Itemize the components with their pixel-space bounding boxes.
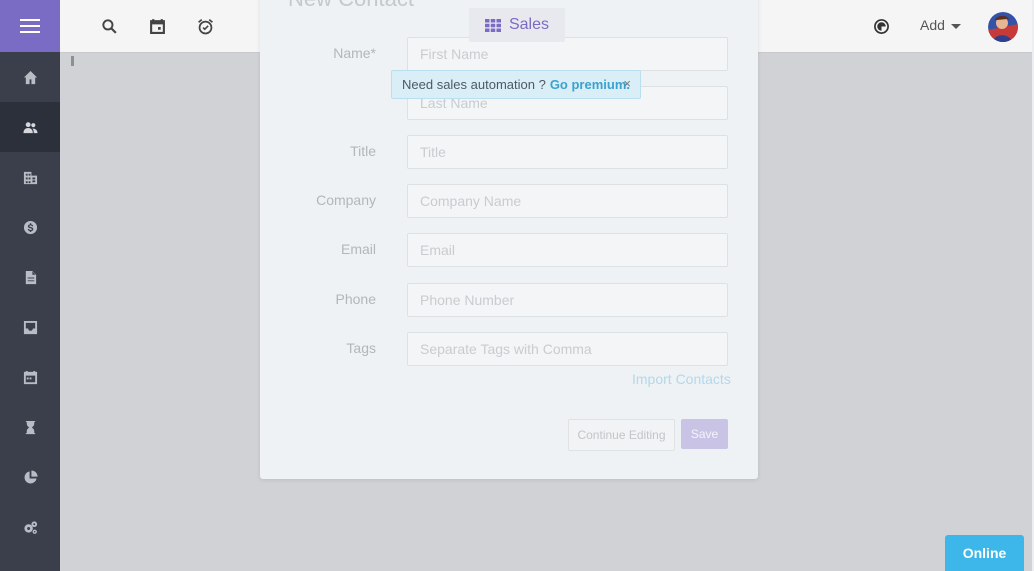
document-icon bbox=[25, 270, 36, 284]
settings-icon bbox=[23, 520, 37, 534]
phone-field[interactable] bbox=[407, 283, 728, 317]
menu-toggle-button[interactable] bbox=[0, 0, 60, 52]
grid-icon bbox=[484, 18, 501, 32]
online-chat-button[interactable]: Online bbox=[945, 535, 1024, 571]
reminders-button[interactable] bbox=[194, 15, 216, 37]
company-field[interactable] bbox=[407, 184, 728, 218]
first-name-input[interactable] bbox=[408, 38, 727, 70]
company-label: Company bbox=[316, 192, 376, 208]
save-button[interactable]: Save bbox=[681, 419, 728, 449]
company-input[interactable] bbox=[408, 185, 727, 217]
sidebar-item-settings[interactable] bbox=[0, 502, 60, 552]
app-switcher-label: Sales bbox=[508, 16, 550, 33]
sidebar-item-companies[interactable] bbox=[0, 152, 60, 202]
title-field[interactable] bbox=[407, 135, 728, 169]
deals-icon bbox=[23, 220, 37, 234]
sidebar-item-home[interactable] bbox=[0, 52, 60, 102]
tags-label: Tags bbox=[346, 340, 376, 356]
name-label: Name* bbox=[333, 45, 376, 61]
title-input[interactable] bbox=[408, 136, 727, 168]
sidebar-item-timer[interactable] bbox=[0, 402, 60, 452]
theme-toggle-button[interactable] bbox=[870, 15, 892, 37]
import-contacts-link[interactable]: Import Contacts bbox=[632, 371, 731, 387]
sidebar-item-deals[interactable] bbox=[0, 202, 60, 252]
sidebar-item-inbox[interactable] bbox=[0, 302, 60, 352]
email-label: Email bbox=[340, 241, 376, 257]
calendar-icon bbox=[149, 18, 165, 34]
avatar[interactable] bbox=[988, 12, 1018, 42]
hamburger-icon bbox=[20, 19, 40, 33]
email-field[interactable] bbox=[407, 233, 728, 267]
sidebar-item-reports[interactable] bbox=[0, 452, 60, 502]
search-icon bbox=[101, 18, 117, 34]
reports-icon bbox=[23, 469, 38, 484]
calendar-button[interactable] bbox=[146, 15, 168, 37]
go-premium-link[interactable]: Go premium. bbox=[550, 77, 630, 92]
first-name-field[interactable] bbox=[407, 37, 728, 71]
alert-text: Need sales automation ? bbox=[402, 77, 546, 92]
sidebar bbox=[0, 0, 60, 571]
drag-handle-icon[interactable] bbox=[71, 56, 74, 66]
add-dropdown-button[interactable]: Add bbox=[920, 17, 961, 33]
tags-input[interactable] bbox=[408, 333, 727, 365]
phone-label: Phone bbox=[335, 291, 376, 307]
inbox-icon bbox=[23, 320, 37, 334]
timer-icon bbox=[25, 420, 35, 434]
email-input[interactable] bbox=[408, 234, 727, 266]
company-icon bbox=[23, 171, 37, 184]
close-icon[interactable]: × bbox=[623, 76, 631, 91]
add-label: Add bbox=[920, 17, 945, 33]
caret-down-icon bbox=[950, 23, 961, 29]
user-avatar-icon bbox=[988, 12, 1018, 42]
calendar-icon bbox=[23, 370, 37, 384]
sidebar-item-contacts[interactable] bbox=[0, 102, 60, 152]
sidebar-item-calendar[interactable] bbox=[0, 352, 60, 402]
tags-field[interactable] bbox=[407, 332, 728, 366]
title-label: Title bbox=[350, 143, 376, 159]
sidebar-item-documents[interactable] bbox=[0, 252, 60, 302]
phone-input[interactable] bbox=[408, 284, 727, 316]
home-icon bbox=[23, 70, 37, 84]
contacts-icon bbox=[22, 121, 38, 133]
search-button[interactable] bbox=[98, 15, 120, 37]
premium-alert: Need sales automation ? Go premium. × bbox=[391, 70, 641, 99]
contrast-icon bbox=[873, 18, 889, 34]
modal-title: New Contact bbox=[288, 0, 414, 12]
app-switcher-sales[interactable]: Sales bbox=[469, 8, 565, 42]
continue-editing-button[interactable]: Continue Editing bbox=[568, 419, 675, 451]
alarm-icon bbox=[197, 18, 213, 34]
